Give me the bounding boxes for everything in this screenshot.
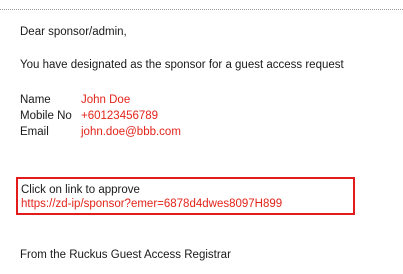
approve-highlight-box: Click on link to approve https://zd-ip/s… bbox=[16, 177, 355, 215]
signature-text: From the Ruckus Guest Access Registrar bbox=[20, 249, 231, 261]
intro-text: You have designated as the sponsor for a… bbox=[20, 59, 344, 71]
detail-label-mobile: Mobile No bbox=[20, 110, 72, 122]
detail-value-name: John Doe bbox=[81, 94, 131, 106]
detail-value-email[interactable]: john.doe@bbb.com bbox=[81, 124, 181, 140]
top-divider bbox=[0, 9, 403, 10]
detail-label-name: Name bbox=[20, 94, 51, 106]
approve-link[interactable]: https://zd-ip/sponsor?emer=6878d4dwes809… bbox=[21, 197, 353, 212]
detail-value-mobile: +60123456789 bbox=[81, 110, 159, 122]
greeting-text: Dear sponsor/admin, bbox=[20, 26, 127, 38]
detail-row-name: Name John Doe bbox=[20, 92, 181, 108]
detail-label-email: Email bbox=[20, 126, 49, 138]
detail-row-mobile: Mobile No +60123456789 bbox=[20, 108, 181, 124]
detail-row-email: Email john.doe@bbb.com bbox=[20, 124, 181, 140]
approve-prompt: Click on link to approve bbox=[21, 184, 140, 196]
guest-details: Name John Doe Mobile No +60123456789 Ema… bbox=[20, 92, 181, 140]
